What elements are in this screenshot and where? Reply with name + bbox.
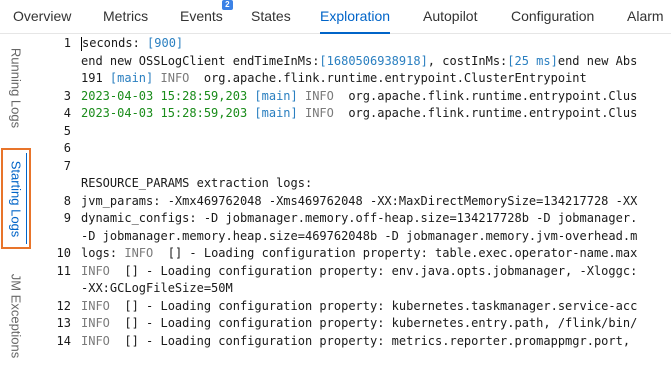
log-text: 2023-04-03 15:28:59,203	[81, 88, 248, 103]
line-number: 1	[63, 36, 71, 50]
tab-label: Exploration	[320, 8, 391, 24]
log-text: [] - Loading configuration property: met…	[109, 333, 631, 348]
log-text: logs:	[81, 246, 125, 260]
side-tab-label: JM Exceptions	[8, 273, 23, 359]
log-text: [25 ms]	[507, 53, 558, 68]
log-text: [1680506938918]	[319, 53, 428, 68]
line-number: 13	[56, 316, 71, 330]
log-line: 6	[31, 140, 81, 156]
log-text: dynamic_configs: -D jobmanager.memory.of…	[81, 211, 638, 225]
log-text: INFO	[81, 333, 110, 348]
log-text: INFO	[153, 71, 204, 85]
log-text: [main]	[109, 71, 154, 85]
log-text: INFO	[297, 106, 349, 120]
log-text: org.apache.flink.runtime.entrypoint.Clus	[348, 88, 638, 103]
line-number: 3	[63, 88, 71, 103]
log-text: end new OSSLogClient endTimeInMs:	[81, 53, 320, 68]
tab-label: Configuration	[511, 8, 595, 24]
log-text: [900]	[147, 36, 184, 50]
log-text: [] - Loading configuration property: kub…	[109, 298, 638, 313]
log-line: 9 dynamic_configs: -D jobmanager.memory.o…	[31, 210, 638, 226]
line-number: 14	[56, 333, 71, 348]
log-line: RESOURCE_PARAMS extraction logs:	[31, 175, 312, 191]
log-text: [main]	[247, 106, 298, 120]
tab-label: States	[251, 8, 291, 24]
side-tab-label: Running Logs	[8, 47, 23, 129]
log-line: 11 INFO [] - Loading configuration proper…	[31, 263, 638, 279]
line-number: 11	[56, 263, 71, 278]
log-text: [] - Loading configuration property: env…	[109, 263, 638, 278]
tab-label: Metrics	[103, 8, 149, 24]
tab-exploration[interactable]: Exploration	[320, 0, 391, 34]
log-line: 5	[31, 123, 81, 139]
top-tab-bar: Overview Metrics Events 2 States Explorat…	[0, 0, 671, 34]
tab-label: Autopilot	[423, 8, 478, 24]
log-line: 7	[31, 158, 81, 174]
log-line: 8 jvm_params: -Xmx469762048 -Xms469762048…	[31, 193, 638, 209]
log-text: -D jobmanager.memory.heap.size=469762048…	[81, 228, 638, 243]
log-text: 2023-04-03 15:28:59,203	[81, 106, 248, 120]
log-line: 3 2023-04-03 15:28:59,203 [main] INFO org…	[31, 88, 638, 104]
tab-label: Alarm	[627, 8, 664, 24]
side-tab-jm-exceptions[interactable]: JM Exceptions	[0, 256, 31, 376]
log-viewer[interactable]: 1 seconds: [900] end new OSSLogClient endT…	[31, 34, 671, 357]
line-number: 6	[63, 141, 71, 155]
tab-configuration[interactable]: Configuration	[511, 0, 594, 33]
line-number: 7	[63, 158, 71, 173]
log-text: org.apache.flink.runtime.entrypoint.Clus…	[203, 71, 587, 85]
active-side-tab-indicator	[26, 153, 27, 244]
log-text: -XX:GCLogFileSize=50M	[81, 281, 233, 295]
log-text: INFO	[297, 88, 349, 103]
log-line: 13 INFO [] - Loading configuration proper…	[31, 315, 638, 331]
log-text: INFO	[81, 316, 110, 330]
line-number: 12	[56, 298, 71, 313]
tab-autopilot[interactable]: Autopilot	[423, 0, 477, 33]
tab-alarm[interactable]: Alarm	[627, 0, 664, 33]
line-number: 5	[63, 123, 71, 138]
log-text: end new Abs	[557, 53, 638, 68]
log-text: RESOURCE_PARAMS extraction logs:	[81, 176, 313, 190]
side-tab-starting-logs[interactable]: Starting Logs	[1, 148, 31, 249]
line-number: 10	[56, 246, 71, 260]
log-text: [] - Loading configuration property: tab…	[153, 246, 638, 260]
tab-states[interactable]: States	[251, 0, 291, 33]
tab-label: Events	[180, 8, 223, 24]
log-text: [] - Loading configuration property: kub…	[109, 316, 638, 330]
log-text: , costInMs:	[427, 53, 508, 68]
line-number: 8	[63, 193, 71, 208]
log-line: -XX:GCLogFileSize=50M	[31, 280, 233, 296]
tab-metrics[interactable]: Metrics	[103, 0, 148, 33]
log-text: [main]	[247, 88, 298, 103]
side-tab-bar: Running Logs Starting Logs JM Exceptions	[0, 34, 31, 358]
log-line: end new OSSLogClient endTimeInMs:[168050…	[31, 53, 637, 69]
log-text: org.apache.flink.runtime.entrypoint.Clus	[348, 106, 638, 120]
line-number: 9	[63, 211, 71, 225]
log-text: 191	[81, 71, 110, 85]
log-text: jvm_params: -Xmx469762048 -Xms469762048 …	[81, 193, 638, 208]
events-count-badge: 2	[221, 0, 233, 10]
log-line: 14 INFO [] - Loading configuration proper…	[31, 333, 631, 349]
log-text: INFO	[124, 246, 154, 260]
tab-overview[interactable]: Overview	[13, 0, 71, 33]
tab-label: Overview	[13, 8, 72, 24]
log-text: INFO	[81, 298, 110, 313]
log-text: seconds:	[82, 36, 148, 50]
log-line: -D jobmanager.memory.heap.size=469762048…	[31, 228, 637, 244]
log-line: 12 INFO [] - Loading configuration proper…	[31, 298, 638, 314]
log-line: 10 logs: INFO [] - Loading configuration …	[31, 245, 638, 261]
log-line: 1 seconds: [900]	[31, 35, 183, 51]
side-tab-label: Starting Logs	[8, 160, 24, 237]
log-line: 4 2023-04-03 15:28:59,203 [main] INFO org…	[31, 105, 638, 121]
line-number: 4	[63, 106, 71, 120]
side-tab-running-logs[interactable]: Running Logs	[0, 34, 31, 142]
log-line: 191 [main] INFO org.apache.flink.runtime…	[31, 70, 587, 86]
tab-events[interactable]: Events 2	[180, 0, 233, 33]
log-text: INFO	[81, 263, 110, 278]
